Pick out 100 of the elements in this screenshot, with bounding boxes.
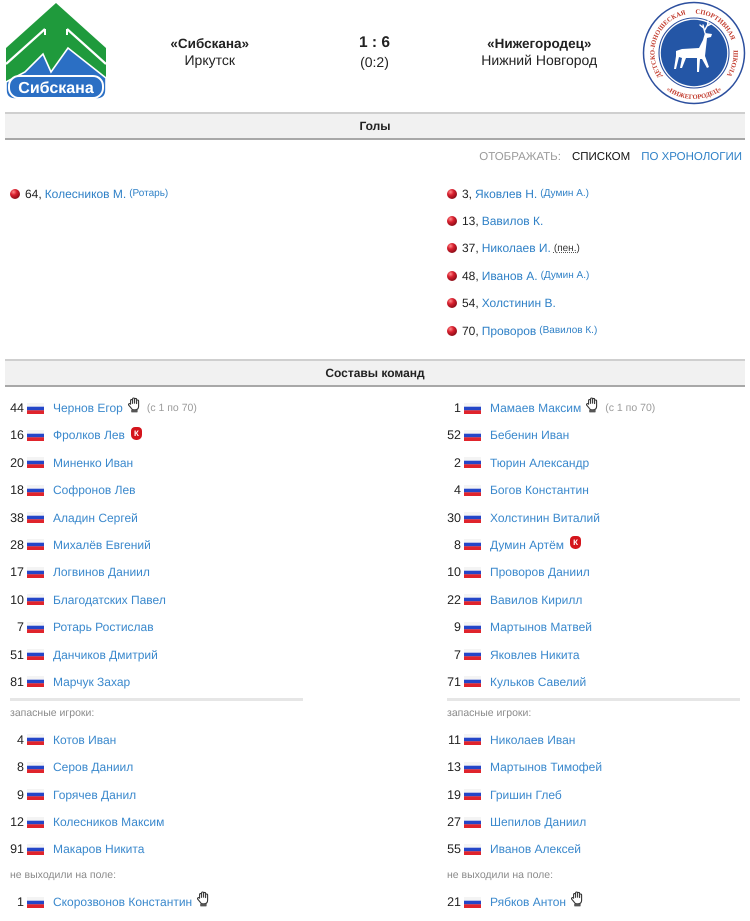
group-label: запасные игроки: bbox=[447, 706, 532, 721]
flag-icon bbox=[27, 622, 44, 633]
flag-icon bbox=[27, 512, 44, 524]
player-link[interactable]: Аладин Сергей bbox=[53, 510, 138, 525]
flag-icon bbox=[464, 816, 481, 828]
captain-badge: К bbox=[130, 426, 142, 440]
section-header: Голы bbox=[5, 112, 745, 140]
player-number: 17 bbox=[10, 565, 24, 580]
player-number: 18 bbox=[10, 483, 24, 498]
scorer-link[interactable]: Холстинин В. bbox=[482, 296, 556, 310]
flag-icon bbox=[464, 622, 481, 633]
player-link[interactable]: Рябков Антон bbox=[490, 895, 566, 910]
player-number: 91 bbox=[10, 842, 24, 856]
scorer-link[interactable]: Яковлев Н. bbox=[475, 186, 538, 201]
player-link[interactable]: Николаев Иван bbox=[490, 732, 576, 747]
ball-icon bbox=[447, 298, 457, 308]
player-number: 28 bbox=[10, 538, 24, 552]
flag-icon bbox=[464, 896, 481, 908]
team-city: Иркутск bbox=[184, 52, 235, 68]
player-link[interactable]: Холстинин Виталий bbox=[490, 510, 600, 525]
player-link[interactable]: Чернов Егор bbox=[53, 401, 123, 416]
goal-minute: 54, bbox=[462, 296, 479, 310]
player-number: 27 bbox=[447, 815, 461, 830]
player-link[interactable]: Богов Константин bbox=[490, 483, 589, 498]
player-number: 8 bbox=[453, 538, 461, 552]
scorer-link[interactable]: Проворов bbox=[482, 324, 536, 338]
player-link[interactable]: Горячев Данил bbox=[53, 788, 136, 802]
player-link[interactable]: Софронов Лев bbox=[53, 483, 136, 498]
display-label: ОТОБРАЖАТЬ: bbox=[479, 151, 561, 163]
player-link[interactable]: Колесников Максим bbox=[53, 815, 164, 830]
logo-text: Сибскана bbox=[18, 80, 94, 97]
flag-icon bbox=[27, 402, 44, 414]
group-label: не выходили на поле: bbox=[447, 868, 554, 884]
player-link[interactable]: Яковлев Никита bbox=[490, 648, 580, 662]
player-link[interactable]: Мамаев Максим bbox=[490, 401, 582, 416]
assist-link[interactable]: (Думин А.) bbox=[540, 270, 590, 282]
flag-icon bbox=[464, 512, 481, 524]
player-link[interactable]: Мартынов Тимофей bbox=[490, 760, 602, 774]
ball-icon bbox=[447, 188, 457, 199]
goal-minute: 37, bbox=[462, 241, 479, 256]
match-score: 1 : 6 bbox=[358, 33, 390, 53]
player-number: 16 bbox=[10, 428, 24, 442]
flag-icon bbox=[27, 594, 44, 606]
flag-icon bbox=[464, 402, 481, 414]
player-link[interactable]: Тюрин Александр bbox=[490, 456, 590, 470]
team-name: «Сибскана» bbox=[170, 36, 250, 52]
player-link[interactable]: Михалёв Евгений bbox=[53, 538, 151, 552]
player-link[interactable]: Шепилов Даниил bbox=[490, 815, 586, 830]
player-link[interactable]: Бебенин Иван bbox=[490, 428, 570, 442]
player-link[interactable]: Кульков Савелий bbox=[490, 674, 586, 689]
player-number: 52 bbox=[447, 428, 461, 442]
assist-link[interactable]: (Думин А.) bbox=[540, 188, 589, 200]
player-number: 7 bbox=[453, 648, 461, 662]
flag-icon bbox=[27, 566, 44, 578]
player-link[interactable]: Вавилов Кирилл bbox=[490, 592, 582, 607]
player-link[interactable]: Серов Даниил bbox=[53, 760, 134, 774]
player-number: 30 bbox=[447, 510, 461, 525]
team-name: «Нижегородец» bbox=[487, 36, 592, 52]
assist-link[interactable]: (Вавилов К.) bbox=[539, 325, 598, 336]
player-number: 13 bbox=[447, 760, 461, 774]
player-link[interactable]: Мартынов Матвей bbox=[490, 620, 592, 634]
player-link[interactable]: Макаров Никита bbox=[53, 842, 144, 856]
assist-link[interactable]: (Ротарь) bbox=[129, 188, 168, 200]
player-link[interactable]: Фролков Лев bbox=[53, 428, 125, 442]
ball-icon bbox=[447, 243, 457, 254]
flag-icon bbox=[27, 676, 44, 688]
player-link[interactable]: Скорозвонов Константин bbox=[53, 895, 192, 910]
display-option[interactable]: СПИСКОМ bbox=[572, 151, 630, 163]
player-link[interactable]: Проворов Даниил bbox=[490, 565, 590, 580]
player-number: 9 bbox=[16, 788, 24, 802]
player-link[interactable]: Гришин Глеб bbox=[490, 788, 562, 802]
player-number: 11 bbox=[447, 732, 461, 747]
player-link[interactable]: Марчук Захар bbox=[53, 674, 130, 689]
player-number: 4 bbox=[453, 483, 461, 498]
player-link[interactable]: Миненко Иван bbox=[53, 456, 134, 470]
section-header: Составы команд bbox=[5, 359, 745, 388]
group-label: не выходили на поле: bbox=[10, 868, 118, 884]
player-number: 22 bbox=[447, 592, 461, 607]
group-label: запасные игроки: bbox=[10, 706, 96, 721]
flag-icon bbox=[464, 676, 481, 688]
player-link[interactable]: Благодатских Павел bbox=[53, 592, 166, 607]
scorer-link[interactable]: Колесников М. bbox=[44, 186, 126, 201]
player-link[interactable]: Котов Иван bbox=[53, 732, 116, 747]
player-number: 1 bbox=[16, 895, 24, 910]
player-link[interactable]: Ротарь Ростислав bbox=[53, 620, 154, 634]
player-number: 21 bbox=[447, 895, 461, 910]
player-link[interactable]: Иванов Алексей bbox=[490, 842, 581, 856]
player-link[interactable]: Думин Артём bbox=[490, 538, 564, 552]
player-link[interactable]: Данчиков Дмитрий bbox=[53, 648, 158, 662]
scorer-link[interactable]: Николаев И. bbox=[482, 241, 551, 256]
flag-icon bbox=[464, 789, 481, 800]
player-number: 8 bbox=[16, 760, 24, 774]
display-option[interactable]: ПО ХРОНОЛОГИИ bbox=[641, 151, 742, 163]
player-number: 44 bbox=[10, 401, 24, 416]
player-number: 55 bbox=[447, 842, 461, 856]
player-link[interactable]: Логвинов Даниил bbox=[53, 565, 150, 580]
captain-badge: К bbox=[570, 536, 582, 550]
scorer-link[interactable]: Иванов А. bbox=[482, 268, 538, 283]
scorer-link[interactable]: Вавилов К. bbox=[482, 214, 544, 228]
player-number: 71 bbox=[447, 674, 461, 689]
